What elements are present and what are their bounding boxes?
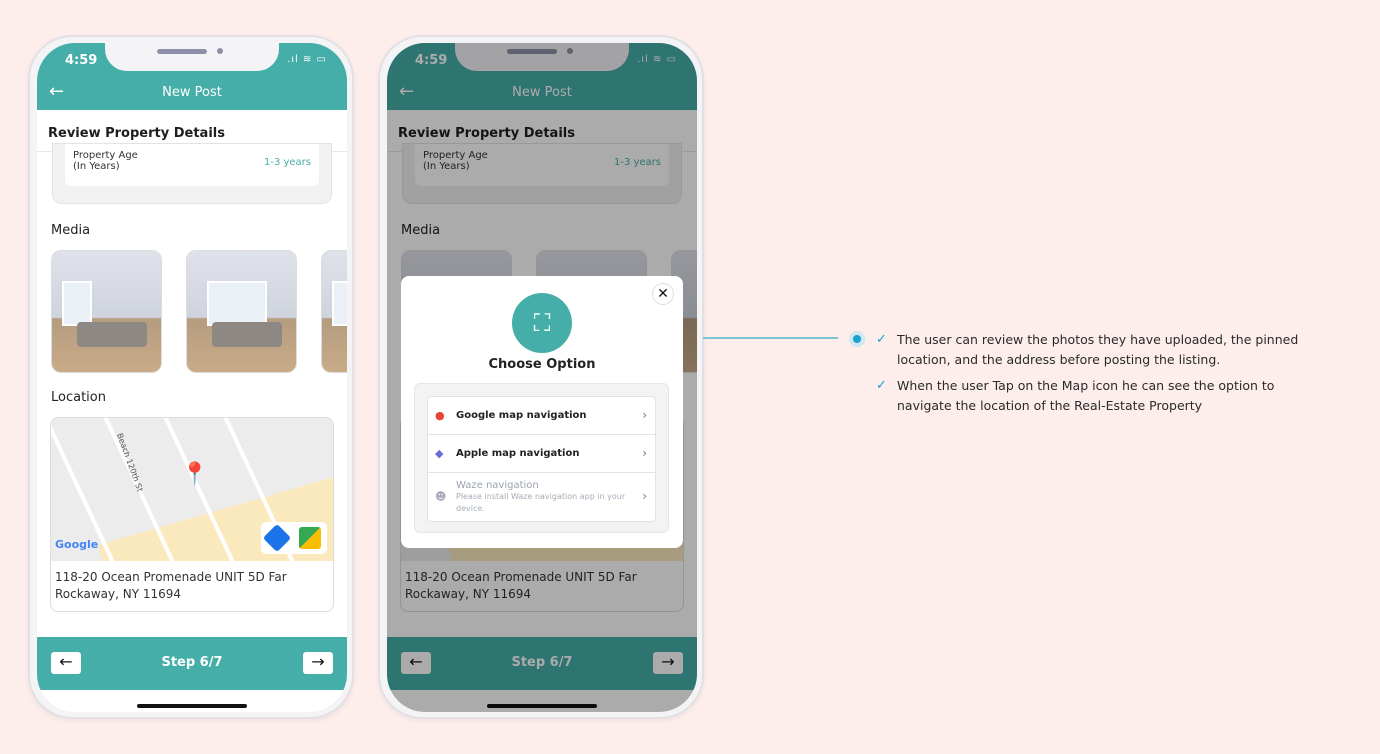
property-age-card: Property Age (In Years) 1-3 years	[52, 143, 332, 204]
note-text: When the user Tap on the Map icon he can…	[897, 378, 1275, 413]
connector-line	[703, 337, 838, 339]
option-label: Apple map navigation	[456, 448, 580, 459]
apple-maps-icon: ◆	[435, 446, 444, 460]
status-time: 4:59	[65, 53, 98, 68]
note-text: The user can review the photos they have…	[897, 332, 1299, 367]
chevron-right-icon: ›	[642, 445, 647, 460]
media-photo[interactable]	[186, 250, 297, 373]
media-photo[interactable]	[321, 250, 347, 373]
location-heading: Location	[51, 390, 106, 405]
waze-option[interactable]: ☻ Waze navigation Please install Waze navi…	[428, 473, 655, 521]
modal-title: Choose Option	[488, 357, 596, 372]
map-pin-icon: ⛶	[512, 293, 572, 353]
chevron-right-icon: ›	[642, 407, 647, 422]
choose-option-modal: ✕ ⛶ Choose Option ● Google map navigation…	[401, 276, 683, 548]
phone-modal-screen: 4:59 .ıl ≋ ▭ ← New Post Review Property …	[378, 35, 704, 719]
status-icons: .ıl ≋ ▭	[287, 54, 327, 65]
address-text: 118-20 Ocean Promenade UNIT 5D Far Rocka…	[55, 570, 287, 601]
close-icon[interactable]: ✕	[652, 283, 674, 305]
google-maps-icon: ●	[435, 408, 445, 422]
directions-icon[interactable]	[262, 523, 292, 553]
phone-review-screen: 4:59 .ıl ≋ ▭ ← New Post Review Property …	[28, 35, 354, 719]
chevron-right-icon: ›	[642, 489, 647, 503]
location-pin-icon: 📍	[181, 462, 209, 487]
option-note: Please install Waze navigation app in yo…	[456, 491, 626, 513]
connector-dot	[849, 331, 865, 347]
street-label: Beach 120th St	[115, 432, 145, 493]
footer-bar: ← Step 6/7 →	[37, 637, 347, 690]
map-view[interactable]: Beach 120th St 📍 Google	[51, 418, 333, 561]
media-photo[interactable]	[51, 250, 162, 373]
waze-icon: ☻	[435, 490, 447, 503]
home-indicator	[137, 704, 247, 708]
apple-map-option[interactable]: ◆ Apple map navigation ›	[428, 435, 655, 473]
google-maps-icon[interactable]	[299, 527, 321, 549]
next-step-button[interactable]: →	[303, 652, 333, 674]
note-item: ✓ When the user Tap on the Map icon he ca…	[876, 376, 1326, 416]
note-item: ✓ The user can review the photos they hav…	[876, 330, 1326, 370]
option-label: Google map navigation	[456, 410, 587, 421]
location-map-card: Beach 120th St 📍 Google 118-20 Ocean Pro…	[50, 417, 334, 612]
header-title: New Post	[162, 85, 222, 100]
media-heading: Media	[51, 223, 91, 238]
check-circle-icon: ✓	[876, 378, 887, 393]
step-indicator: Step 6/7	[161, 655, 223, 670]
app-header: 4:59 .ıl ≋ ▭ ← New Post	[37, 43, 347, 110]
check-circle-icon: ✓	[876, 332, 887, 347]
google-map-option[interactable]: ● Google map navigation ›	[428, 397, 655, 435]
property-age-value: 1-3 years	[263, 157, 311, 168]
option-label: Waze navigation	[456, 479, 539, 491]
map-brand: Google	[55, 538, 99, 551]
